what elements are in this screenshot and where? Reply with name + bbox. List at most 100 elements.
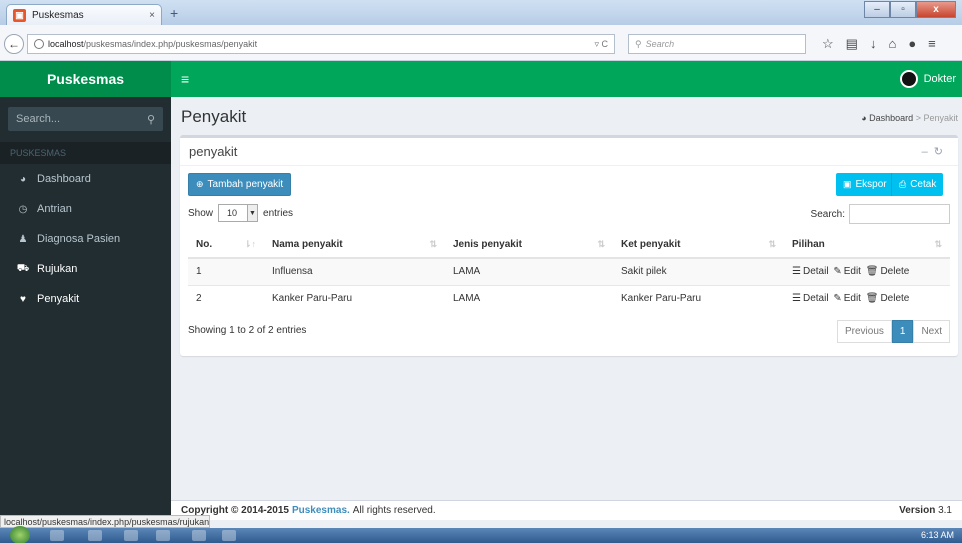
tab-title: Puskesmas [32,9,84,21]
add-penyakit-button[interactable]: ⊕ Tambah penyakit [188,173,292,196]
column-header-no[interactable]: No. ⇂↑ [188,231,264,259]
close-window-button[interactable]: x [916,1,956,18]
start-button[interactable] [10,526,30,543]
refresh-icon[interactable]: ↻ [934,146,949,158]
collapse-icon[interactable]: – [922,146,934,158]
minimize-button[interactable]: – [864,1,890,18]
footer-brand-link[interactable]: Puskesmas. [292,505,350,516]
heartbeat-icon: ♥ [20,293,26,305]
table-info: Showing 1 to 2 of 2 entries [188,325,307,336]
browser-tab-strip: ▣ Puskesmas × + – ▫ x [0,0,962,25]
box-tools: –↻ [922,145,949,158]
edit-link[interactable]: Edit [844,293,861,304]
taskbar-clock[interactable]: 6:13 AM [921,530,954,540]
box-title: penyakit [189,144,238,159]
sidebar-item-rujukan[interactable]: ⛟ Rujukan [0,254,171,284]
previous-page-button[interactable]: Previous [836,320,892,343]
taskbar-app-icon[interactable] [156,530,170,541]
browser-toolbar-icons: ☆ ▤ ↓ ⌂ ● ≡ [822,36,936,52]
detail-link[interactable]: Detail [803,293,829,304]
globe-icon [34,39,44,49]
detail-link[interactable]: Detail [803,266,829,277]
browser-menu-icon[interactable]: ≡ [928,36,936,52]
address-bar[interactable]: localhost /puskesmas/index.php/puskesmas… [27,34,615,54]
entries-select-value: 10 [227,208,238,218]
sidebar-item-dashboard[interactable]: ◕ Dashboard [0,164,171,194]
sidebar-search-input[interactable]: Search... ⚲ [8,107,163,131]
column-header-ket[interactable]: Ket penyakit ⇅ [613,231,784,259]
browser-status-url: localhost/puskesmas/index.php/puskesmas/… [0,515,210,528]
sidebar-item-penyakit[interactable]: ♥ Penyakit [0,284,171,314]
print-button-label: Cetak [910,179,937,190]
taskbar-app-icon[interactable] [88,530,102,541]
table-search-input[interactable] [849,204,950,224]
next-page-button[interactable]: Next [913,320,950,343]
sidebar-item-label: Dashboard [37,173,91,185]
trash-icon: 🗑 [865,266,879,278]
cell-jenis: LAMA [445,257,613,285]
cell-no: 1 [188,257,264,285]
page-1-button[interactable]: 1 [891,320,914,343]
cell-nama: Influensa [264,257,445,285]
box-header: penyakit –↻ [180,138,958,166]
sidebar-item-label: Diagnosa Pasien [37,233,121,245]
reload-icon[interactable]: ▿ C [594,39,608,50]
tab-close-button[interactable]: × [149,10,155,21]
cell-nama: Kanker Paru-Paru [264,284,445,312]
export-button[interactable]: ▣ Ekspor [836,173,894,196]
search-icon[interactable]: ⚲ [147,113,155,126]
chat-icon[interactable]: ● [908,36,916,52]
print-button[interactable]: ⎙ Cetak [891,173,944,196]
delete-link[interactable]: Delete [880,293,909,304]
maximize-button[interactable]: ▫ [890,1,916,18]
column-header-pilihan[interactable]: Pilihan ⇅ [784,231,950,259]
breadcrumb-current: Penyakit [923,113,958,123]
column-header-label: No. [196,238,213,250]
chevron-down-icon: ▼ [247,205,258,221]
browser-search-placeholder: Search [645,39,675,49]
cell-ket: Kanker Paru-Paru [613,284,784,312]
column-header-jenis[interactable]: Jenis penyakit ⇅ [445,231,613,259]
column-header-label: Nama penyakit [272,238,343,250]
column-header-nama[interactable]: Nama penyakit ⇅ [264,231,445,259]
download-icon[interactable]: ↓ [870,36,877,52]
bookmark-star-icon[interactable]: ☆ [822,36,834,52]
browser-search-input[interactable]: ⚲ Search [628,34,806,54]
browser-tab[interactable]: ▣ Puskesmas × [6,4,162,25]
table-row: 1 Influensa LAMA Sakit pilek ☰ Detail ✎ Ed… [188,257,950,285]
sidebar-toggle-icon[interactable]: ≡ [181,71,189,87]
new-tab-button[interactable]: + [170,5,178,21]
print-icon: ⎙ [899,179,907,189]
reading-list-icon[interactable]: ▤ [846,36,858,52]
delete-link[interactable]: Delete [880,266,909,277]
taskbar-app-icon[interactable] [192,530,206,541]
taskbar-app-icon[interactable] [124,530,138,541]
sidebar-item-diagnosa-pasien[interactable]: ♟ Diagnosa Pasien [0,224,171,254]
url-host: localhost [48,39,84,49]
back-button[interactable]: ← [4,34,24,54]
column-header-label: Pilihan [792,238,825,250]
trash-icon: 🗑 [865,293,879,305]
sidebar-section-header: PUSKESMAS [0,142,171,164]
edit-link[interactable]: Edit [844,266,861,277]
search-label: Search: [810,208,845,220]
dashboard-icon: ◕ [19,173,27,185]
taskbar-app-icon[interactable] [50,530,64,541]
app-logo[interactable]: Puskesmas [0,61,171,97]
taskbar-app-icon[interactable] [222,530,236,541]
entries-length-control: Show 10 ▼ entries [188,204,293,222]
sidebar-menu: ◕ Dashboard ◷ Antrian ♟ Diagnosa Pasien … [0,164,171,314]
version-info: Version 3.1 [899,505,952,516]
breadcrumb-home[interactable]: Dashboard [869,113,913,123]
plus-circle-icon: ⊕ [196,179,204,189]
url-path: /puskesmas/index.php/puskesmas/penyakit [83,39,258,49]
entries-select[interactable]: 10 ▼ [218,204,259,222]
sidebar-item-antrian[interactable]: ◷ Antrian [0,194,171,224]
user-menu[interactable]: Dokter [899,70,956,88]
home-icon[interactable]: ⌂ [888,36,896,52]
cell-no: 2 [188,284,264,312]
page-footer: Copyright © 2014-2015 Puskesmas. All rig… [171,500,962,520]
sidebar-item-label: Antrian [37,203,72,215]
list-icon: ☰ [792,266,801,278]
browser-navbar: ← localhost /puskesmas/index.php/puskesm… [0,25,962,61]
